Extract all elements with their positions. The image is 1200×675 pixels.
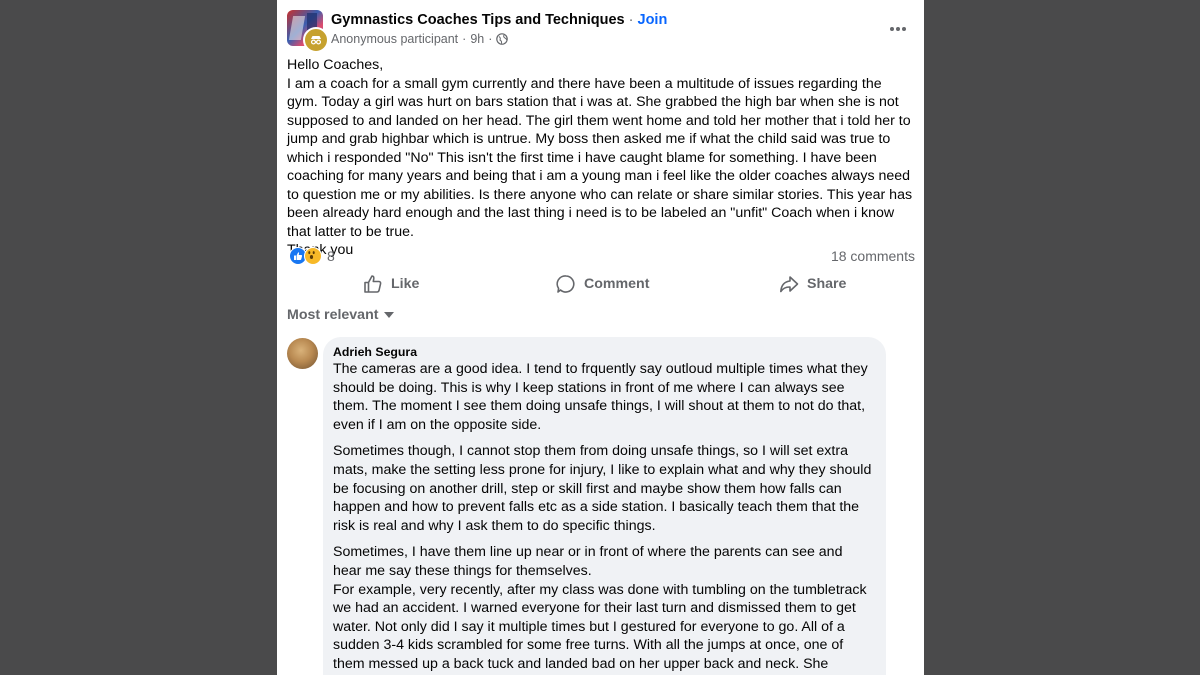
wow-reaction-icon[interactable] [304,247,322,265]
comment-bubble: Adrieh Segura The cameras are a good ide… [323,337,886,675]
anonymous-icon [303,27,329,53]
like-button[interactable]: Like [363,268,419,300]
like-label: Like [391,276,420,292]
post-card: Gymnastics Coaches Tips and Techniques ·… [277,0,924,675]
post-actions: Like Comment Share [277,268,924,302]
comment-author[interactable]: Adrieh Segura [333,345,417,359]
commenter-avatar[interactable] [287,338,318,369]
caret-down-icon [384,312,395,318]
post-timestamp[interactable]: 9h [470,32,484,46]
comment-paragraph: Sometimes though, I cannot stop them fro… [333,443,872,534]
comment-label: Comment [584,276,650,292]
globe-icon [496,33,509,45]
more-options-icon[interactable] [885,20,911,38]
reaction-count[interactable]: 8 [327,248,335,264]
share-button[interactable]: Share [779,268,846,300]
separator-dot: · [462,32,467,46]
comment-count[interactable]: 18 comments [831,248,915,264]
comment-bubble-icon [556,275,575,293]
comment-text: The cameras are a good idea. I tend to f… [333,360,873,675]
group-name-link[interactable]: Gymnastics Coaches Tips and Techniques [331,12,625,28]
thumbs-up-icon [364,275,382,293]
post-text: I am a coach for a small gym currently a… [287,75,917,240]
comment-paragraph: For example, very recently, after my cla… [333,581,867,675]
post-body: Hello Coaches, I am a coach for a small … [287,56,915,260]
comment-button[interactable]: Comment [556,268,649,300]
share-arrow-icon [780,276,799,293]
comment-paragraph: Sometimes, I have them line up near or i… [333,544,843,579]
share-label: Share [807,276,847,292]
reactions-row: 8 18 comments [287,246,915,266]
join-button[interactable]: Join [638,12,668,28]
comment-sort-dropdown[interactable]: Most relevant [287,307,395,323]
post-author[interactable]: Anonymous participant [331,32,458,46]
post-greeting: Hello Coaches, [287,57,384,73]
comment-paragraph: The cameras are a good idea. I tend to f… [333,361,868,433]
post-header: Gymnastics Coaches Tips and Techniques ·… [287,10,917,53]
separator-dot: · [628,12,634,28]
separator-dot: · [488,32,493,46]
sort-label: Most relevant [287,307,379,323]
